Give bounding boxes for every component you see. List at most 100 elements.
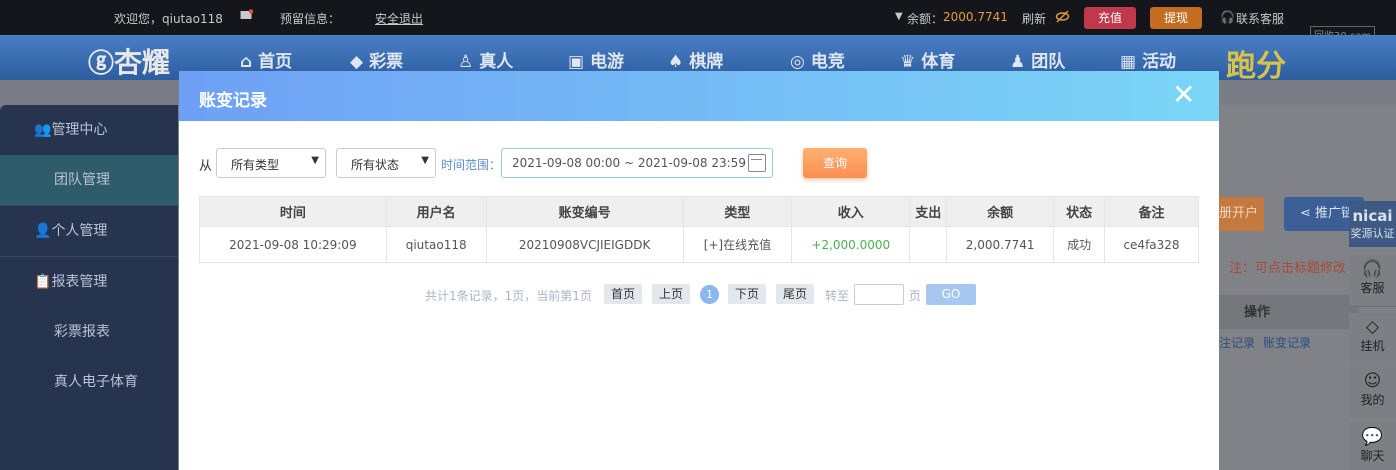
- nav-home-label: 首页: [258, 52, 293, 72]
- date-range-input[interactable]: 2021-09-08 00:00 ~ 2021-09-08 23:59: [501, 148, 773, 178]
- col-status[interactable]: 状态: [1053, 196, 1106, 227]
- sidebar: 👥管理中心 团队管理 👤个人管理 📋报表管理 彩票报表 真人电子体育: [0, 105, 178, 470]
- time-range-label: 时间范围：: [441, 158, 502, 172]
- current-page-indicator[interactable]: 1: [700, 285, 719, 304]
- share-icon: ⋖: [1300, 206, 1311, 221]
- chevron-down-icon: ▼: [421, 155, 429, 166]
- side-chat-button[interactable]: 💬 聊天: [1349, 423, 1396, 470]
- sidebar-item-lottery-report[interactable]: 彩票报表: [0, 307, 178, 357]
- sidebar-label: 报表管理: [51, 274, 108, 290]
- side-hang-button[interactable]: ◇ 挂机: [1349, 313, 1396, 365]
- col-user[interactable]: 用户名: [385, 196, 487, 227]
- sidebar-item-reports[interactable]: 📋报表管理: [0, 257, 178, 307]
- nav-slots-label: 电游: [590, 52, 625, 72]
- chevron-down-icon: ▼: [895, 11, 903, 22]
- status-select-value: 所有状态: [351, 158, 400, 172]
- col-serial[interactable]: 账变编号: [485, 196, 684, 227]
- refresh-link[interactable]: 刷新: [1022, 10, 1046, 27]
- logout-link[interactable]: 安全退出: [375, 10, 423, 27]
- nav-sports[interactable]: ♛ 体育: [900, 47, 955, 72]
- nav-esports[interactable]: ◎ 电竞: [790, 47, 845, 72]
- balance-value: 2000.7741: [943, 10, 1008, 24]
- trophy-icon: ♛: [900, 52, 916, 72]
- nav-events[interactable]: ▦ 活动: [1120, 47, 1176, 72]
- recharge-button[interactable]: 充值: [1084, 7, 1137, 29]
- col-time[interactable]: 时间: [199, 196, 387, 227]
- cell-balance: 2,000.7741: [946, 226, 1055, 263]
- go-button[interactable]: GO: [926, 284, 976, 305]
- source-auth-badge[interactable]: nicai 奖源认证: [1349, 201, 1396, 247]
- query-button[interactable]: 查询: [803, 148, 867, 178]
- reserve-info-label: 预留信息：: [280, 12, 341, 26]
- home-icon: ⌂: [240, 52, 253, 72]
- side-mine-button[interactable]: ☺ 我的: [1349, 367, 1396, 419]
- nav-lottery[interactable]: ◆ 彩票: [350, 47, 403, 72]
- nav-cards[interactable]: ♠ 棋牌: [668, 47, 723, 72]
- nav-esports-label: 电竞: [810, 52, 845, 72]
- close-icon[interactable]: ✕: [1172, 81, 1195, 109]
- calendar-icon[interactable]: [748, 154, 766, 172]
- gamepad-icon: ◎: [790, 52, 805, 72]
- col-remark[interactable]: 备注: [1104, 196, 1199, 227]
- withdraw-button[interactable]: 提现: [1150, 7, 1203, 29]
- cell-time: 2021-09-08 10:29:09: [199, 226, 387, 263]
- side-service-button[interactable]: 🎧 客服: [1349, 255, 1396, 307]
- prev-page-button[interactable]: 上页: [652, 284, 691, 304]
- goto-label: 转至: [825, 289, 850, 303]
- chevron-down-icon: ▼: [311, 155, 319, 166]
- team-icon: 👥: [34, 122, 52, 138]
- sidebar-label: 管理中心: [51, 122, 108, 138]
- change-records-link[interactable]: 账变记录: [1263, 334, 1311, 351]
- type-select[interactable]: 所有类型 ▼: [216, 148, 326, 178]
- col-type[interactable]: 类型: [682, 196, 793, 227]
- report-icon: 📋: [34, 274, 52, 290]
- team-icon: ♟: [1010, 52, 1026, 72]
- last-page-button[interactable]: 尾页: [776, 284, 815, 304]
- col-expense[interactable]: 支出: [909, 196, 948, 227]
- nav-slots[interactable]: ▣ 电游: [568, 47, 624, 72]
- cell-status: 成功: [1053, 226, 1106, 263]
- top-bar: 欢迎您，qiutao118 预留信息： 安全退出 ▼ 余额： 2000.7741…: [0, 0, 1396, 43]
- modal-title: 账变记录: [199, 91, 267, 111]
- nav-team[interactable]: ♟ 团队: [1010, 47, 1065, 72]
- sidebar-item-personal[interactable]: 👤个人管理: [0, 206, 178, 256]
- side-hang-label: 挂机: [1360, 339, 1385, 353]
- first-page-button[interactable]: 首页: [604, 284, 643, 304]
- nav-lottery-label: 彩票: [369, 52, 404, 72]
- page-number-input[interactable]: [854, 284, 904, 305]
- sidebar-item-team-management[interactable]: 团队管理: [0, 155, 178, 205]
- mail-icon[interactable]: [240, 9, 254, 24]
- promo-banner[interactable]: 跑分: [1226, 41, 1286, 85]
- open-account-button[interactable]: 册开户: [1219, 197, 1264, 231]
- nav-cards-label: 棋牌: [689, 52, 724, 72]
- bet-records-link[interactable]: 注记录: [1219, 334, 1255, 351]
- sidebar-item-live-report[interactable]: 真人电子体育: [0, 357, 178, 407]
- sidebar-item-management-center[interactable]: 👥管理中心: [0, 105, 178, 155]
- source-label: 奖源认证: [1350, 227, 1395, 240]
- gift-icon: ▦: [1120, 52, 1137, 72]
- person-icon: ♙: [458, 52, 474, 72]
- nav-team-label: 团队: [1031, 52, 1066, 72]
- col-income[interactable]: 收入: [791, 196, 911, 227]
- col-balance[interactable]: 余额: [946, 196, 1055, 227]
- contact-support-link[interactable]: 联系客服: [1236, 10, 1284, 27]
- background-panel: 册开户 ⋖ 推广链 注：可点击标题修改 操作 注记录 账变记录 nicai 奖源…: [1219, 105, 1396, 470]
- status-select[interactable]: 所有状态 ▼: [336, 148, 436, 178]
- logo-emblem-icon: ⓖ: [88, 49, 115, 79]
- user-icon: ☺: [1363, 371, 1382, 391]
- nav-live-label: 真人: [479, 52, 514, 72]
- next-page-button[interactable]: 下页: [728, 284, 767, 304]
- chat-icon: 💬: [1361, 427, 1384, 447]
- cell-type: [+]在线充值: [682, 226, 793, 263]
- cell-remark: ce4fa328: [1104, 226, 1199, 263]
- modal-header: 账变记录 ✕: [179, 71, 1219, 121]
- balance-label: 余额：: [907, 12, 944, 26]
- date-range-value: 2021-09-08 00:00 ~ 2021-09-08 23:59: [512, 156, 746, 170]
- side-mine-label: 我的: [1360, 393, 1385, 407]
- cell-serial: 20210908VCJIEIGDDK: [485, 226, 684, 263]
- cell-expense: [909, 226, 948, 263]
- brand-logo[interactable]: ⓖ杏耀: [88, 41, 170, 81]
- nav-live[interactable]: ♙ 真人: [458, 47, 513, 72]
- eye-off-icon[interactable]: [1055, 10, 1070, 26]
- nav-home[interactable]: ⌂ 首页: [240, 47, 292, 72]
